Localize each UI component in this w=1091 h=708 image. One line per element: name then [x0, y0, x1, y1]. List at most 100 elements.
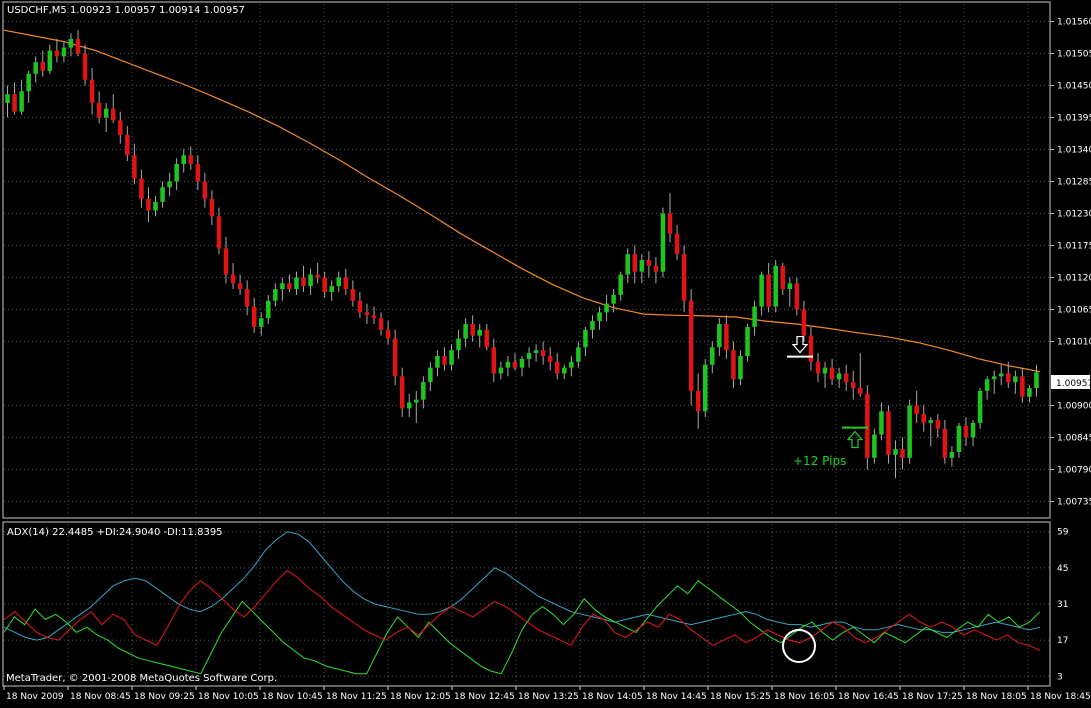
- candle-body: [865, 393, 870, 458]
- candle-body: [68, 38, 74, 48]
- candle-body: [237, 283, 243, 290]
- candle-body: [843, 373, 849, 383]
- candle-body: [491, 347, 497, 374]
- candle-body: [223, 248, 229, 275]
- candle-body: [900, 449, 905, 458]
- price-tick-label: 1.01505: [1057, 49, 1091, 59]
- candle-body: [244, 289, 250, 307]
- x-tick-label: 18 Nov 14:45: [646, 692, 707, 702]
- candle-body: [928, 420, 934, 423]
- candle-body: [110, 108, 116, 121]
- price-tick-label: 1.01395: [1057, 113, 1091, 123]
- candle-body: [576, 347, 581, 362]
- x-tick-label: 18 Nov 16:45: [838, 692, 899, 702]
- candle-body: [463, 324, 468, 339]
- candle-body: [717, 324, 722, 348]
- candle-body: [160, 187, 165, 202]
- candle-body: [787, 283, 793, 290]
- candle-body: [132, 155, 137, 179]
- candle-body: [780, 265, 786, 290]
- candle-body: [40, 62, 46, 71]
- candle-body: [695, 390, 701, 412]
- candle-body: [752, 306, 757, 327]
- chart-canvas[interactable]: 18 Nov 2009 18 Nov 08:45 18 Nov 09:25 18 No…: [0, 0, 1091, 704]
- candle-body: [977, 390, 983, 423]
- candle-body: [153, 201, 158, 211]
- candle-body: [54, 50, 60, 57]
- candle-body: [949, 452, 955, 458]
- adx-tick-label: 3: [1057, 672, 1063, 682]
- candle-body: [89, 79, 95, 103]
- candle-body: [1020, 376, 1025, 397]
- candle-body: [710, 347, 715, 365]
- price-tick-label: 1.01010: [1057, 337, 1091, 347]
- chart-window[interactable]: 18 Nov 2009 18 Nov 08:45 18 Nov 09:25 18 No…: [0, 0, 1091, 704]
- candle-body: [146, 198, 151, 211]
- candle-body: [526, 353, 532, 359]
- candle-body: [956, 425, 962, 452]
- price-tick-label: 1.00790: [1057, 465, 1091, 475]
- candle-body: [392, 338, 398, 377]
- candle-body: [611, 294, 616, 304]
- candle-body: [399, 376, 405, 409]
- price-tick-label: 1.00845: [1057, 433, 1091, 443]
- candle-body: [251, 306, 257, 327]
- di-crossover-circle: [782, 629, 816, 663]
- candle-body: [681, 254, 687, 301]
- copyright-label: MetaTrader, © 2001-2008 MetaQuotes Softw…: [6, 673, 277, 684]
- candle-body: [343, 277, 349, 290]
- candle-body: [794, 283, 800, 310]
- x-tick-label: 18 Nov 18:05: [966, 692, 1027, 702]
- axis-labels-layer: 18 Nov 2009 18 Nov 08:45 18 Nov 09:25 18 No…: [3, 17, 1091, 702]
- price-panel-frame: [2, 1, 1051, 519]
- x-tick-label: 18 Nov 17:25: [902, 692, 963, 702]
- adx-line: [3, 531, 1041, 641]
- candle-body: [540, 350, 546, 356]
- candle-body: [879, 411, 884, 435]
- candle-body: [963, 425, 969, 438]
- grid-layer: [4, 4, 1050, 684]
- candle-body: [498, 367, 504, 374]
- candle-body: [872, 434, 877, 458]
- x-tick-label: 18 Nov 11:25: [326, 692, 387, 702]
- candle-body: [773, 265, 778, 307]
- candle-body: [139, 178, 144, 199]
- candle-body: [984, 379, 990, 391]
- candle-body: [745, 326, 750, 356]
- candle-body: [512, 361, 518, 368]
- candle-body: [280, 283, 285, 290]
- x-tick-label: 18 Nov 12:05: [390, 692, 451, 702]
- adx-tick-label: 59: [1057, 528, 1069, 538]
- candle-body: [618, 274, 623, 295]
- candle-body: [195, 164, 201, 182]
- candle-body: [801, 309, 807, 336]
- price-tick-label: 1.01230: [1057, 209, 1091, 219]
- minus-di-line: [3, 569, 1041, 651]
- x-tick-label: 18 Nov 09:25: [134, 692, 195, 702]
- candle-body: [315, 274, 320, 278]
- candle-body: [850, 382, 856, 388]
- candle-body: [33, 62, 38, 74]
- price-tick-label: 1.00900: [1057, 401, 1091, 411]
- adx-tick-label: 45: [1057, 564, 1068, 574]
- candle-body: [26, 73, 31, 92]
- x-tick-label: 18 Nov 13:25: [518, 692, 579, 702]
- candle-body: [287, 283, 292, 290]
- x-tick-label: 18 Nov 10:45: [262, 692, 323, 702]
- x-tick-label: 18 Nov 12:45: [454, 692, 515, 702]
- candle-body: [470, 324, 475, 336]
- moving-average-line: [3, 29, 1041, 373]
- x-tick-label: 18 Nov 14:05: [582, 692, 643, 702]
- candle-body: [597, 312, 602, 322]
- candle-body: [1013, 376, 1018, 383]
- candle-body: [75, 38, 81, 54]
- candle-body: [893, 449, 898, 455]
- candle-body: [449, 350, 454, 365]
- candle-body: [378, 318, 384, 330]
- candle-body: [266, 300, 271, 319]
- candle-body: [216, 216, 222, 249]
- candle-body: [12, 94, 17, 112]
- plus-di-line: [3, 580, 1041, 675]
- candle-body: [942, 428, 948, 458]
- candle-body: [766, 274, 771, 307]
